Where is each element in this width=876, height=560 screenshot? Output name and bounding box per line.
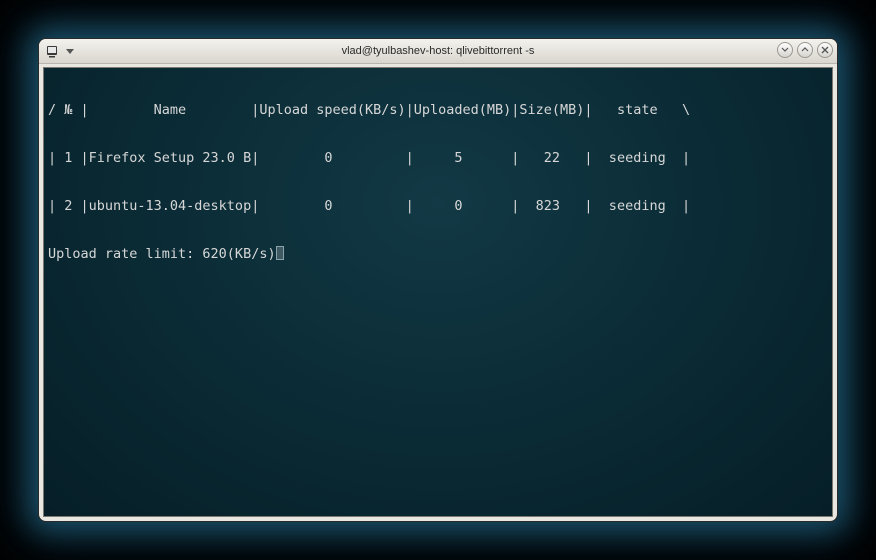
window-title: vlad@tyulbashev-host: qlivebittorrent -s — [39, 45, 837, 57]
close-button[interactable] — [817, 42, 833, 58]
cursor — [276, 246, 284, 260]
terminal-output[interactable]: / № | Name |Upload speed(KB/s)|Uploaded(… — [43, 67, 833, 517]
terminal-window: vlad@tyulbashev-host: qlivebittorrent -s… — [38, 38, 838, 522]
titlebar[interactable]: vlad@tyulbashev-host: qlivebittorrent -s — [39, 39, 837, 64]
table-row: | 2 |ubuntu-13.04-desktop| 0 | 0 | 823 |… — [48, 198, 828, 214]
dropdown-icon[interactable] — [63, 44, 77, 58]
status-line: Upload rate limit: 620(KB/s) — [48, 246, 828, 262]
maximize-button[interactable] — [797, 42, 813, 58]
minimize-button[interactable] — [777, 42, 793, 58]
table-row: | 1 |Firefox Setup 23.0 B| 0 | 5 | 22 | … — [48, 150, 828, 166]
table-header-row: / № | Name |Upload speed(KB/s)|Uploaded(… — [48, 102, 828, 118]
app-menu-icon[interactable] — [45, 44, 59, 58]
